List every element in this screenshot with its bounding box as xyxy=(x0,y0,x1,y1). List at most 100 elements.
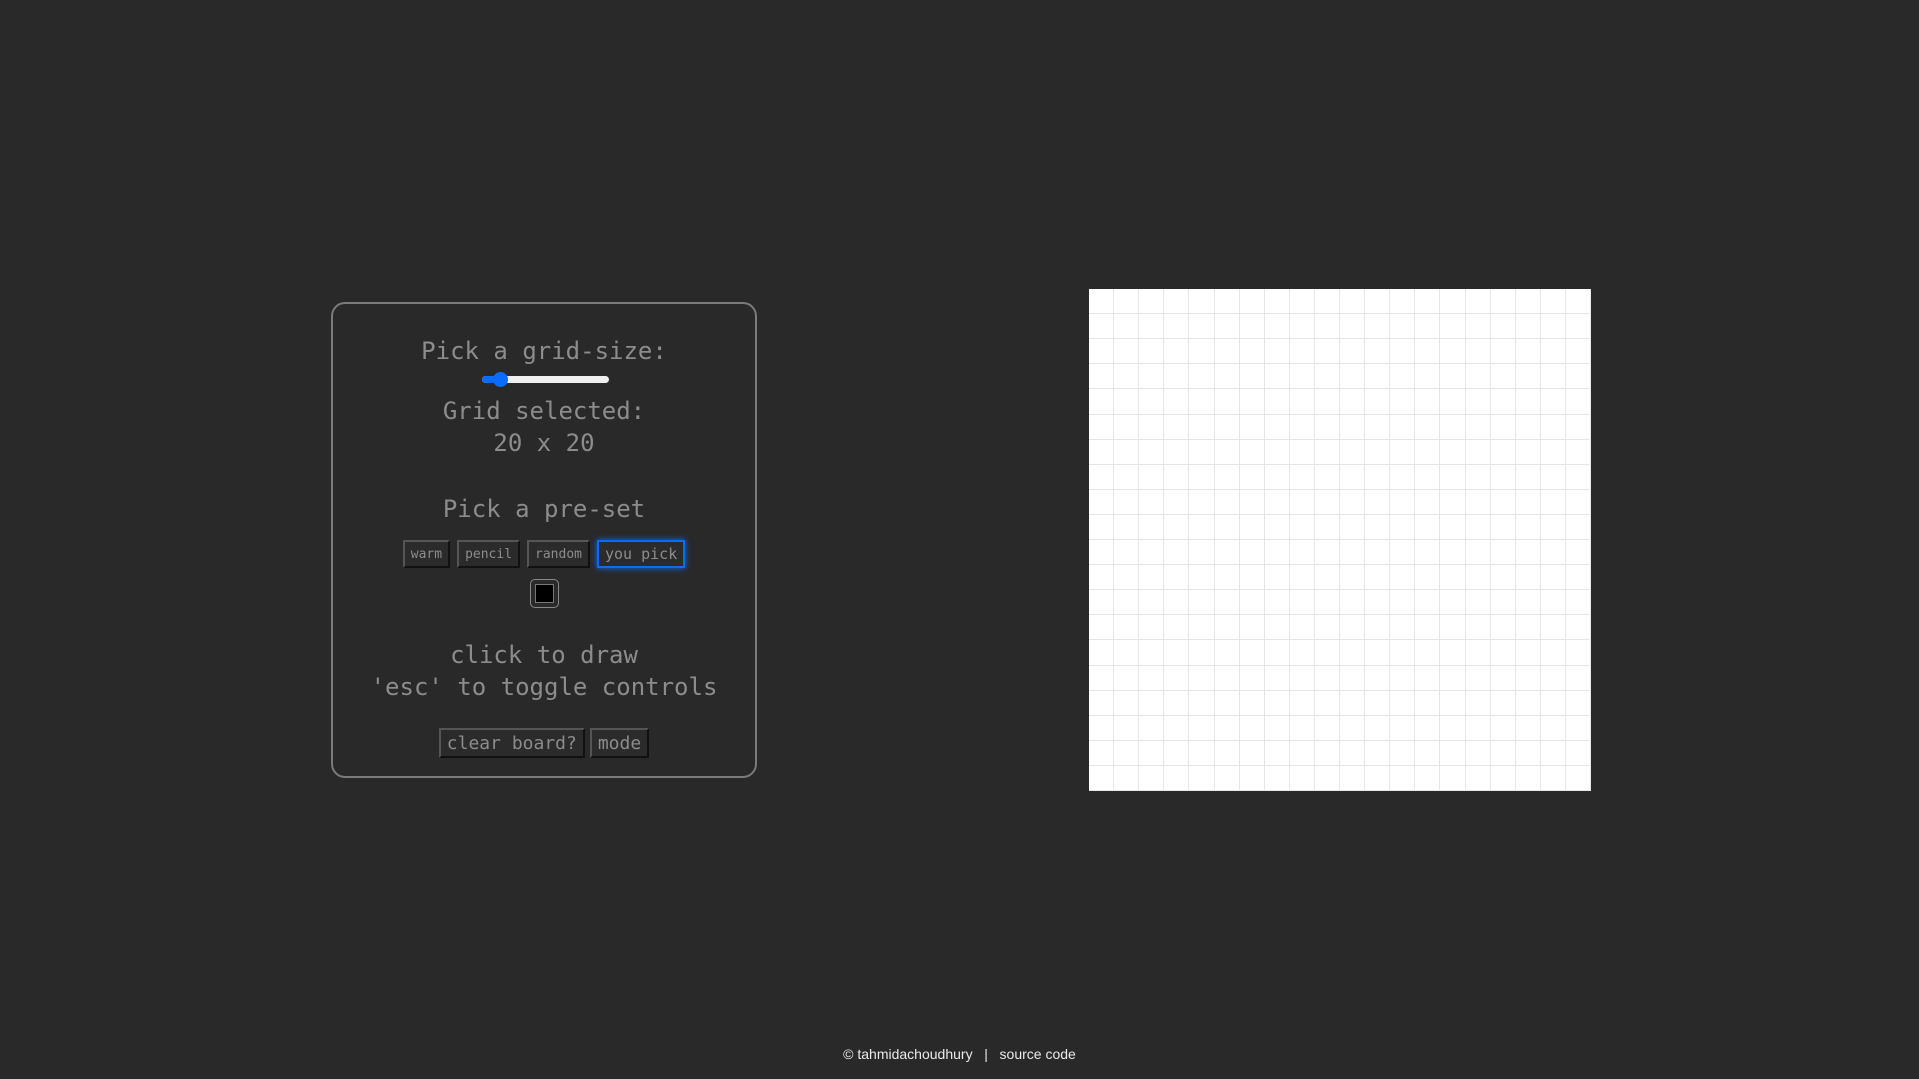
grid-cell[interactable] xyxy=(1314,389,1340,415)
grid-cell[interactable] xyxy=(1239,640,1265,666)
grid-cell[interactable] xyxy=(1340,540,1366,566)
grid-cell[interactable] xyxy=(1289,489,1315,515)
grid-cell[interactable] xyxy=(1214,690,1240,716)
grid-cell[interactable] xyxy=(1189,565,1215,591)
grid-cell[interactable] xyxy=(1540,314,1566,340)
grid-cell[interactable] xyxy=(1515,715,1541,741)
grid-cell[interactable] xyxy=(1440,439,1466,465)
grid-cell[interactable] xyxy=(1465,414,1491,440)
grid-cell[interactable] xyxy=(1289,540,1315,566)
grid-cell[interactable] xyxy=(1189,740,1215,766)
grid-cell[interactable] xyxy=(1515,464,1541,490)
grid-cell[interactable] xyxy=(1289,640,1315,666)
grid-cell[interactable] xyxy=(1415,565,1441,591)
grid-cell[interactable] xyxy=(1289,690,1315,716)
grid-cell[interactable] xyxy=(1264,414,1290,440)
grid-cell[interactable] xyxy=(1114,740,1140,766)
grid-cell[interactable] xyxy=(1164,439,1190,465)
grid-cell[interactable] xyxy=(1490,565,1516,591)
grid-cell[interactable] xyxy=(1214,514,1240,540)
grid-cell[interactable] xyxy=(1314,414,1340,440)
grid-cell[interactable] xyxy=(1440,715,1466,741)
grid-cell[interactable] xyxy=(1490,740,1516,766)
grid-cell[interactable] xyxy=(1465,765,1491,791)
grid-cell[interactable] xyxy=(1515,590,1541,616)
grid-cell[interactable] xyxy=(1089,590,1115,616)
grid-cell[interactable] xyxy=(1465,665,1491,691)
grid-cell[interactable] xyxy=(1340,715,1366,741)
grid-cell[interactable] xyxy=(1289,765,1315,791)
grid-cell[interactable] xyxy=(1114,540,1140,566)
grid-cell[interactable] xyxy=(1214,439,1240,465)
grid-cell[interactable] xyxy=(1164,690,1190,716)
grid-cell[interactable] xyxy=(1340,740,1366,766)
grid-cell[interactable] xyxy=(1340,314,1366,340)
grid-cell[interactable] xyxy=(1089,314,1115,340)
grid-cell[interactable] xyxy=(1189,389,1215,415)
grid-cell[interactable] xyxy=(1164,464,1190,490)
grid-cell[interactable] xyxy=(1390,565,1416,591)
grid-cell[interactable] xyxy=(1089,540,1115,566)
preset-you-pick-button[interactable]: you pick xyxy=(597,540,686,568)
grid-cell[interactable] xyxy=(1114,665,1140,691)
grid-cell[interactable] xyxy=(1490,364,1516,390)
grid-cell[interactable] xyxy=(1214,740,1240,766)
grid-cell[interactable] xyxy=(1440,765,1466,791)
grid-cell[interactable] xyxy=(1164,565,1190,591)
grid-cell[interactable] xyxy=(1214,765,1240,791)
grid-cell[interactable] xyxy=(1340,590,1366,616)
grid-cell[interactable] xyxy=(1114,414,1140,440)
grid-cell[interactable] xyxy=(1314,615,1340,641)
grid-cell[interactable] xyxy=(1264,389,1290,415)
grid-cell[interactable] xyxy=(1239,314,1265,340)
grid-cell[interactable] xyxy=(1465,364,1491,390)
grid-cell[interactable] xyxy=(1415,314,1441,340)
grid-size-slider[interactable] xyxy=(482,372,609,387)
grid-cell[interactable] xyxy=(1340,690,1366,716)
grid-cell[interactable] xyxy=(1264,690,1290,716)
grid-cell[interactable] xyxy=(1515,389,1541,415)
grid-cell[interactable] xyxy=(1440,414,1466,440)
grid-cell[interactable] xyxy=(1440,665,1466,691)
grid-cell[interactable] xyxy=(1465,590,1491,616)
grid-cell[interactable] xyxy=(1490,439,1516,465)
grid-cell[interactable] xyxy=(1214,665,1240,691)
grid-cell[interactable] xyxy=(1390,289,1416,315)
grid-cell[interactable] xyxy=(1289,464,1315,490)
grid-cell[interactable] xyxy=(1214,715,1240,741)
grid-cell[interactable] xyxy=(1540,414,1566,440)
grid-cell[interactable] xyxy=(1239,514,1265,540)
grid-cell[interactable] xyxy=(1314,565,1340,591)
grid-cell[interactable] xyxy=(1114,565,1140,591)
grid-cell[interactable] xyxy=(1139,289,1165,315)
grid-cell[interactable] xyxy=(1114,439,1140,465)
grid-cell[interactable] xyxy=(1264,489,1290,515)
grid-cell[interactable] xyxy=(1390,540,1416,566)
grid-cell[interactable] xyxy=(1515,439,1541,465)
grid-cell[interactable] xyxy=(1314,765,1340,791)
grid-cell[interactable] xyxy=(1139,364,1165,390)
color-picker[interactable] xyxy=(530,579,559,608)
grid-cell[interactable] xyxy=(1365,339,1391,365)
grid-cell[interactable] xyxy=(1415,339,1441,365)
grid-cell[interactable] xyxy=(1390,339,1416,365)
grid-cell[interactable] xyxy=(1565,715,1591,741)
grid-cell[interactable] xyxy=(1164,289,1190,315)
grid-cell[interactable] xyxy=(1440,339,1466,365)
grid-cell[interactable] xyxy=(1415,289,1441,315)
grid-cell[interactable] xyxy=(1415,414,1441,440)
grid-cell[interactable] xyxy=(1440,590,1466,616)
grid-cell[interactable] xyxy=(1189,615,1215,641)
grid-cell[interactable] xyxy=(1314,314,1340,340)
grid-cell[interactable] xyxy=(1239,339,1265,365)
grid-cell[interactable] xyxy=(1164,364,1190,390)
grid-cell[interactable] xyxy=(1440,364,1466,390)
slider-thumb[interactable] xyxy=(493,372,509,387)
grid-cell[interactable] xyxy=(1565,414,1591,440)
grid-cell[interactable] xyxy=(1139,389,1165,415)
grid-cell[interactable] xyxy=(1239,414,1265,440)
grid-cell[interactable] xyxy=(1089,289,1115,315)
grid-cell[interactable] xyxy=(1264,615,1290,641)
grid-cell[interactable] xyxy=(1214,464,1240,490)
grid-cell[interactable] xyxy=(1490,314,1516,340)
